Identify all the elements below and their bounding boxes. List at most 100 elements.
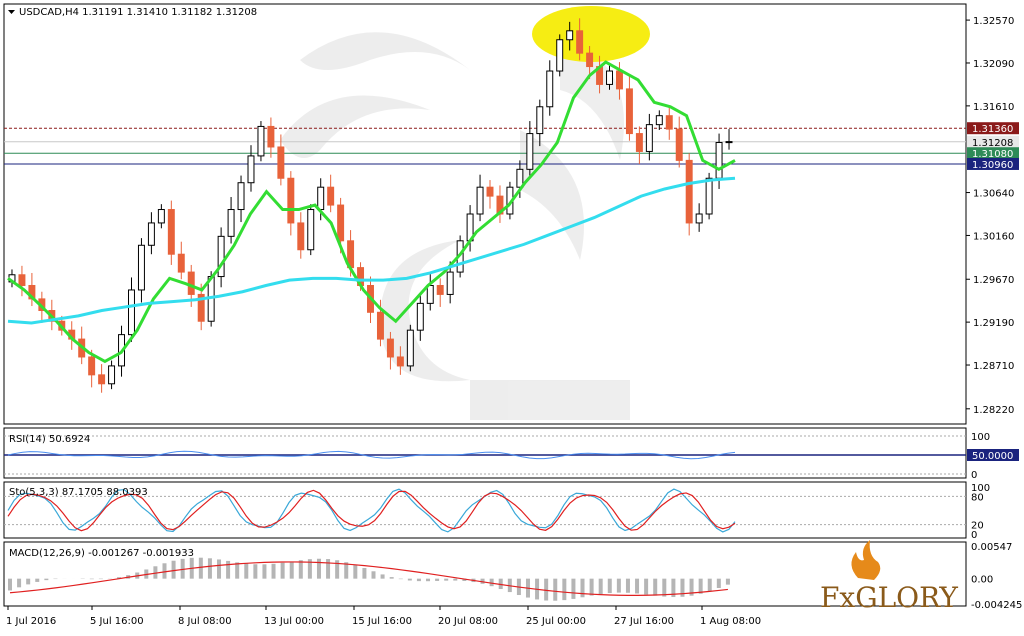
price-tick-label: 1.28710 bbox=[973, 361, 1014, 372]
macd-bar bbox=[226, 560, 231, 579]
svg-text:FxGLORY: FxGLORY bbox=[820, 581, 958, 614]
candle-body bbox=[257, 125, 265, 157]
price-tag-label: 1.30960 bbox=[972, 160, 1013, 171]
candle-body bbox=[665, 115, 673, 130]
price-tick-label: 1.30640 bbox=[973, 189, 1014, 200]
macd-bar bbox=[407, 578, 412, 581]
price-tick-label: 1.32570 bbox=[973, 16, 1014, 27]
macd-bar bbox=[589, 578, 594, 596]
symbol-header: USDCAD,H4 1.31191 1.31410 1.31182 1.3120… bbox=[19, 7, 257, 18]
candle-body bbox=[566, 30, 574, 41]
candle-body bbox=[108, 365, 116, 385]
macd-bar bbox=[280, 562, 285, 579]
macd-bar bbox=[453, 578, 458, 581]
candle-body bbox=[88, 356, 96, 376]
macd-bar bbox=[380, 574, 385, 579]
forex-chart: 1.325701.320901.316101.313601.312081.310… bbox=[3, 3, 1022, 627]
candle-body bbox=[237, 182, 245, 211]
candle-body bbox=[576, 30, 584, 54]
candle-body bbox=[645, 124, 653, 152]
macd-bar bbox=[262, 564, 267, 579]
price-tick-label: 1.30160 bbox=[973, 231, 1014, 242]
macd-bar bbox=[635, 578, 640, 594]
candle-body bbox=[137, 244, 145, 291]
candle-body bbox=[337, 204, 345, 242]
macd-bar bbox=[435, 578, 440, 581]
macd-bar bbox=[198, 557, 203, 579]
candle-body bbox=[128, 289, 135, 336]
time-tick-label: 1 Jul 2016 bbox=[6, 616, 56, 627]
candle-body bbox=[446, 271, 454, 295]
macd-bar bbox=[562, 578, 567, 601]
candle-body bbox=[675, 128, 683, 161]
macd-bar bbox=[580, 578, 585, 598]
candle-body bbox=[705, 177, 713, 215]
time-tick-label: 15 Jul 16:00 bbox=[352, 616, 412, 627]
candle-body bbox=[486, 186, 494, 197]
time-tick-label: 20 Jul 08:00 bbox=[438, 616, 498, 627]
macd-bar bbox=[207, 558, 212, 579]
macd-bar bbox=[444, 578, 449, 581]
candle-body bbox=[586, 52, 594, 68]
candle-body bbox=[615, 70, 623, 90]
candle-body bbox=[635, 133, 643, 152]
macd-bar bbox=[17, 578, 22, 588]
price-tick-label: 1.32090 bbox=[973, 59, 1014, 70]
macd-axis-label: -0.004245 bbox=[971, 600, 1022, 611]
macd-bar bbox=[289, 561, 294, 579]
macd-bar bbox=[707, 578, 712, 592]
macd-bar bbox=[89, 578, 94, 580]
time-tick-label: 1 Aug 08:00 bbox=[700, 616, 761, 627]
candle-body bbox=[267, 125, 275, 148]
candle-body bbox=[625, 88, 633, 135]
candle-body bbox=[436, 284, 444, 295]
macd-bar bbox=[298, 560, 303, 579]
candle-body bbox=[147, 222, 155, 246]
candle-body bbox=[287, 177, 295, 224]
macd-bar bbox=[426, 578, 431, 582]
candle-body bbox=[476, 186, 484, 215]
candle-body bbox=[526, 133, 534, 170]
macd-bar bbox=[253, 564, 258, 579]
macd-bar bbox=[217, 559, 222, 579]
macd-bar bbox=[44, 578, 49, 581]
candle-body bbox=[695, 213, 703, 224]
price-tag-label: 1.31208 bbox=[972, 138, 1013, 149]
candle-body bbox=[167, 209, 175, 255]
macd-bar bbox=[326, 559, 331, 579]
macd-bar bbox=[616, 578, 621, 593]
candle-body bbox=[327, 186, 335, 206]
price-tick-label: 1.29190 bbox=[973, 318, 1014, 329]
macd-bar bbox=[244, 563, 249, 579]
candle-body bbox=[546, 70, 554, 108]
macd-axis-label: 0.00 bbox=[971, 575, 993, 586]
time-tick-label: 8 Jul 08:00 bbox=[178, 616, 232, 627]
macd-bar bbox=[389, 577, 394, 579]
macd-bar bbox=[625, 578, 630, 593]
candle-body bbox=[556, 39, 564, 72]
macd-bar bbox=[271, 563, 276, 579]
macd-bar bbox=[26, 578, 31, 585]
candle-body bbox=[187, 271, 195, 295]
rsi-label: RSI(14) 50.6924 bbox=[9, 434, 90, 445]
candle-body bbox=[416, 302, 424, 331]
macd-bar bbox=[35, 578, 40, 582]
candle-body bbox=[396, 356, 404, 367]
macd-bar bbox=[235, 562, 240, 579]
rsi-axis-label: 100 bbox=[971, 432, 990, 443]
candle-body bbox=[277, 146, 285, 179]
macd-bar bbox=[607, 578, 612, 594]
candle-body bbox=[386, 338, 394, 358]
macd-label: MACD(12,26,9) -0.001267 -0.001933 bbox=[9, 548, 194, 559]
stochastic-label: Sto(5,3,3) 87.1705 88.0393 bbox=[9, 487, 148, 498]
macd-bar bbox=[162, 563, 167, 579]
sto-axis-label: 80 bbox=[971, 492, 984, 503]
macd-bar bbox=[598, 578, 603, 595]
candle-body bbox=[157, 209, 165, 224]
candle-body bbox=[376, 311, 384, 340]
stochastic-panel bbox=[3, 481, 967, 539]
macd-bar bbox=[571, 578, 576, 599]
time-tick-label: 27 Jul 16:00 bbox=[614, 616, 674, 627]
candle-body bbox=[685, 159, 693, 224]
macd-bar bbox=[725, 578, 730, 585]
